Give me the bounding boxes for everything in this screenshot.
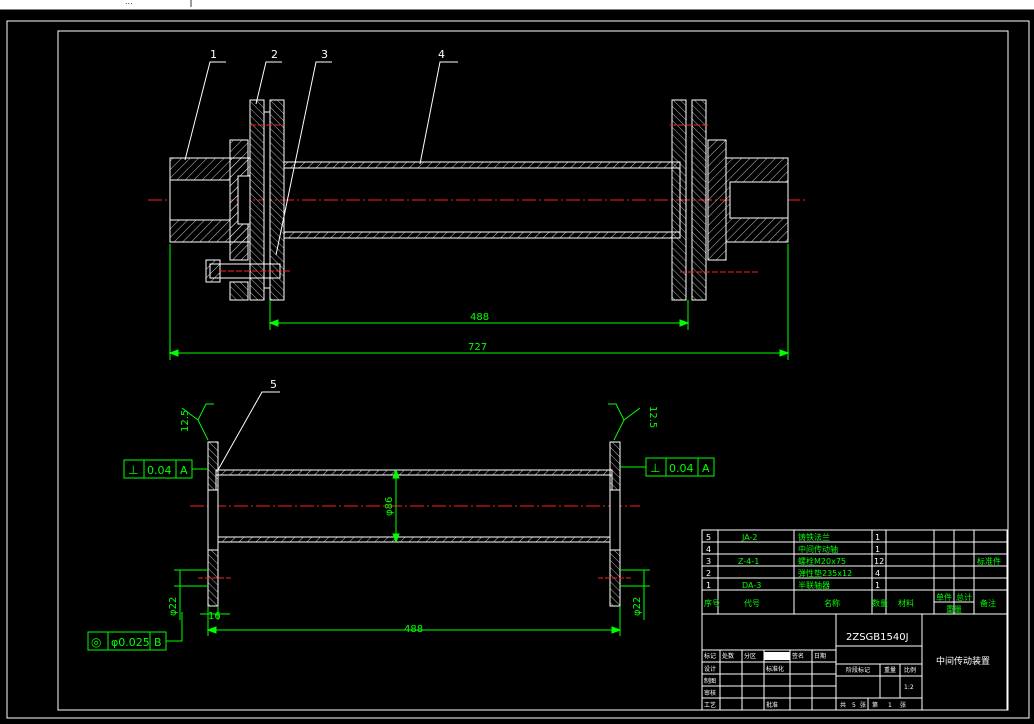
dim-488-top: 488 [470, 312, 489, 323]
bottom-dimensions [174, 468, 650, 636]
parts-list: 5 JA-2 铸铁法兰 1 4 中间传动轴 1 3 Z-4-1 螺栓M20x75… [704, 532, 1001, 614]
balloon-4: 4 [438, 48, 445, 61]
roughness-right [608, 403, 641, 441]
left-flange-plate [249, 99, 265, 301]
dim-flange: 16 [208, 611, 221, 622]
scale-label: 比例 [904, 666, 916, 674]
tol-left-symbol: ⊥ [128, 463, 138, 477]
part-no: 2 [706, 569, 711, 578]
tol-right-value: 0.04 [669, 462, 694, 475]
tolerance-frame-right [620, 457, 715, 477]
right-flange-plate [671, 99, 687, 301]
sig-zone: 分区 [744, 652, 756, 660]
shaft-detail-view [190, 391, 640, 607]
right-flange-plate-2 [691, 99, 707, 301]
header-weight: 重量 [946, 604, 962, 614]
tol-left-datum: A [180, 464, 188, 477]
inner-frame [57, 30, 1009, 711]
roughness-right-value: 12.5 [647, 406, 658, 428]
sheet-no: 1 [888, 702, 892, 709]
part-name: 螺栓M20x75 [798, 556, 846, 566]
header-remark: 备注 [980, 598, 996, 608]
dim-bore: φ86 [384, 497, 395, 516]
sheet-no-label: 第 [872, 701, 878, 709]
balloon-5: 5 [270, 378, 277, 391]
part-code: Z-4-1 [738, 557, 759, 566]
part-remark: 标准件 [977, 556, 1001, 566]
part-no: 1 [706, 581, 711, 590]
header-name: 名称 [824, 598, 840, 608]
part-qty: 12 [874, 557, 884, 566]
part-name: 半联轴器 [798, 580, 830, 590]
part-name: 弹性垫235x12 [798, 568, 852, 578]
sig-design: 设计 [704, 665, 716, 673]
header-total: 总计 [956, 592, 972, 602]
signature-rows: 标记 设计 制图 审核 工艺 处数 分区 标准化 批准 签名 日期 [704, 652, 826, 709]
header-material: 材料 [898, 598, 914, 608]
sheet-total-label: 共 [840, 701, 846, 709]
balloon-3: 3 [321, 48, 328, 61]
part-qty: 1 [875, 581, 880, 590]
part-name: 中间传动轴 [798, 544, 838, 554]
scale-value: 1:2 [904, 684, 914, 691]
right-hub-flange [707, 139, 727, 261]
tol-bottom-symbol: ◎ [91, 635, 101, 649]
dim-right-dia: φ22 [632, 597, 643, 616]
outer-frame [6, 20, 1030, 719]
tol-right-datum: A [702, 462, 710, 475]
sig-date: 日期 [814, 652, 826, 660]
tol-right-symbol: ⊥ [650, 461, 660, 475]
part-no: 4 [706, 545, 711, 554]
tol-bottom-datum: B [154, 636, 162, 649]
window-title-strip: ... [0, 0, 1034, 10]
sheet-unit: 张 [860, 701, 866, 709]
header-code: 代号 [744, 598, 760, 608]
part-code: JA-2 [741, 533, 758, 542]
balloon-1: 1 [210, 48, 217, 61]
header-no: 序号 [704, 598, 720, 608]
stage-info: 阶段标记 重量 比例 1:2 共 5 张 第 1 张 [840, 666, 916, 709]
dim-488-bottom: 488 [404, 624, 423, 635]
part-name: 铸铁法兰 [798, 532, 830, 542]
stage-label: 阶段标记 [846, 666, 870, 674]
sig-approve: 批准 [766, 701, 778, 709]
sig-process: 工艺 [704, 701, 716, 709]
drawing-canvas[interactable]: 1 2 3 4 488 727 5 12.5 12.5 ⊥ 0.04 A ⊥ 0… [0, 10, 1034, 724]
sheet-unit-2: 张 [900, 701, 906, 709]
part-qty: 1 [875, 545, 880, 554]
sig-review: 审核 [704, 689, 716, 697]
sig-draw: 制图 [704, 677, 716, 685]
weight-label: 重量 [884, 666, 896, 674]
dim-left-dia: φ22 [168, 597, 179, 616]
sig-name: 签名 [792, 652, 804, 660]
header-qty: 数量 [872, 598, 888, 608]
top-assembly-view [148, 99, 808, 301]
part-qty: 4 [875, 569, 880, 578]
drawing-number: 2ZSGB1540J [846, 632, 909, 643]
signature-highlight [764, 652, 790, 660]
part-code: DA-3 [742, 581, 761, 590]
part-no: 5 [706, 533, 711, 542]
header-single: 单件 [936, 592, 952, 602]
drawing-name: 中间传动装置 [936, 655, 990, 667]
dim-727: 727 [468, 342, 487, 353]
sig-mark: 标记 [704, 652, 716, 660]
part-no: 3 [706, 557, 711, 566]
part-qty: 1 [875, 533, 880, 542]
roughness-left-value: 12.5 [180, 410, 191, 432]
balloon-2: 2 [271, 48, 278, 61]
tab-label: ... [125, 0, 133, 6]
sheet-total: 5 [852, 702, 856, 709]
tol-bottom-value: φ0.025 [111, 636, 150, 649]
left-flange-plate-2 [269, 99, 285, 301]
tol-left-value: 0.04 [147, 464, 172, 477]
sig-std: 标准化 [766, 665, 784, 673]
sig-count: 处数 [722, 652, 734, 660]
